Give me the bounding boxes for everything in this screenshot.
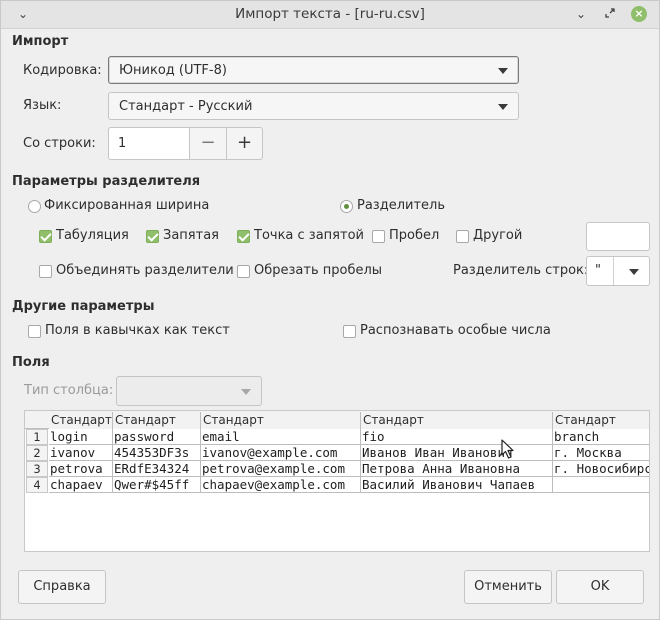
encoding-value: Юникод (UTF-8) xyxy=(119,63,227,78)
table-cell: г. Новосибирск xyxy=(553,461,650,477)
space-label: Пробел xyxy=(389,228,440,243)
from-row-input[interactable]: 1 xyxy=(108,127,190,160)
combo-divider xyxy=(613,257,614,285)
table-cell: ERdfE34324 xyxy=(113,461,201,477)
other-section-title: Другие параметры xyxy=(12,299,155,314)
mouse-pointer-icon xyxy=(501,439,514,459)
string-delimiter-label: Разделитель строк: xyxy=(453,263,589,278)
row-number: 4 xyxy=(26,477,48,493)
column-header[interactable]: Стандарт xyxy=(201,412,361,429)
column-header[interactable]: Стандарт xyxy=(49,412,113,429)
string-delimiter-value: " xyxy=(595,263,601,278)
other-checkbox[interactable] xyxy=(456,230,469,243)
increment-button[interactable]: + xyxy=(226,127,263,160)
restore-icon[interactable] xyxy=(601,5,619,23)
chevron-down-icon xyxy=(498,104,508,110)
table-cell: Иванов Иван Иванович xyxy=(361,445,553,461)
table-cell: branch xyxy=(553,429,649,445)
encoding-select[interactable]: Юникод (UTF-8) xyxy=(108,56,519,84)
separated-label: Разделитель xyxy=(357,198,446,213)
column-header[interactable]: Стандарт xyxy=(361,412,553,429)
separator-section-title: Параметры разделителя xyxy=(12,174,201,189)
table-cell: г. Москва xyxy=(553,445,649,461)
detect-special-numbers-label: Распознавать особые числа xyxy=(360,323,551,338)
column-type-select[interactable] xyxy=(116,376,262,406)
from-row-label: Со строки: xyxy=(23,136,96,151)
window-title: Импорт текста - [ru-ru.csv] xyxy=(235,6,425,22)
table-cell: password xyxy=(113,429,201,445)
other-label: Другой xyxy=(473,228,523,243)
semicolon-checkbox[interactable] xyxy=(237,230,250,243)
semicolon-label: Точка с запятой xyxy=(254,228,364,243)
trim-spaces-label: Обрезать пробелы xyxy=(254,263,383,278)
table-cell: chapaev xyxy=(49,477,113,493)
table-cell xyxy=(553,477,649,493)
table-cell: chapaev@example.com xyxy=(201,477,361,493)
table-cell: Петрова Анна Ивановна xyxy=(361,461,553,477)
space-checkbox[interactable] xyxy=(372,230,385,243)
fields-section-title: Поля xyxy=(12,355,50,370)
import-text-dialog: ⌄ Импорт текста - [ru-ru.csv] ⌄ × Импорт… xyxy=(0,0,660,620)
fields-preview-grid[interactable]: Стандарт Стандарт Стандарт Стандарт Стан… xyxy=(24,410,650,552)
import-section-title: Импорт xyxy=(12,34,69,49)
table-cell: petrova@example.com xyxy=(201,461,361,477)
separated-radio[interactable] xyxy=(340,200,353,213)
cancel-button[interactable]: Отменить xyxy=(464,570,552,604)
row-number: 3 xyxy=(26,461,48,477)
trim-spaces-checkbox[interactable] xyxy=(237,265,250,278)
table-cell: Qwer#$45ff xyxy=(113,477,201,493)
column-header[interactable]: Стандарт xyxy=(553,412,649,429)
row-number: 1 xyxy=(26,429,48,445)
language-value: Стандарт - Русский xyxy=(119,99,253,114)
ok-button[interactable]: OK xyxy=(556,570,644,604)
detect-special-numbers-checkbox[interactable] xyxy=(343,325,356,338)
merge-delimiters-checkbox[interactable] xyxy=(39,265,52,278)
comma-label: Запятая xyxy=(163,228,219,243)
title-bar: ⌄ Импорт текста - [ru-ru.csv] ⌄ × xyxy=(1,1,659,29)
close-icon[interactable]: × xyxy=(631,6,647,22)
language-select[interactable]: Стандарт - Русский xyxy=(108,92,519,120)
help-button[interactable]: Справка xyxy=(18,570,106,604)
row-number: 2 xyxy=(26,445,48,461)
column-type-label: Тип столбца: xyxy=(24,383,114,398)
merge-delimiters-label: Объединять разделители xyxy=(56,263,234,278)
fixed-width-radio[interactable] xyxy=(28,200,41,213)
tab-checkbox[interactable] xyxy=(39,230,52,243)
table-cell: email xyxy=(201,429,361,445)
table-cell: Василий Иванович Чапаев xyxy=(361,477,553,493)
chevron-down-icon xyxy=(629,269,639,275)
table-cell: petrova xyxy=(49,461,113,477)
fixed-width-label: Фиксированная ширина xyxy=(44,198,210,213)
table-cell: login xyxy=(49,429,113,445)
tab-label: Табуляция xyxy=(56,228,129,243)
table-cell: ivanov@example.com xyxy=(201,445,361,461)
quoted-as-text-label: Поля в кавычках как текст xyxy=(45,323,230,338)
language-label: Язык: xyxy=(23,98,62,113)
chevron-down-icon xyxy=(241,389,251,395)
comma-checkbox[interactable] xyxy=(146,230,159,243)
from-row-value: 1 xyxy=(118,136,127,151)
encoding-label: Кодировка: xyxy=(23,63,102,78)
column-header[interactable]: Стандарт xyxy=(113,412,201,429)
table-cell: 454353DF3s xyxy=(113,445,201,461)
minimize-icon[interactable]: ⌄ xyxy=(572,5,590,23)
table-cell: fio xyxy=(361,429,553,445)
decrement-button[interactable]: − xyxy=(189,127,227,160)
quoted-as-text-checkbox[interactable] xyxy=(28,325,41,338)
chevron-down-icon xyxy=(498,68,508,74)
other-separator-input[interactable] xyxy=(586,222,650,251)
table-cell: ivanov xyxy=(49,445,113,461)
string-delimiter-select[interactable]: " xyxy=(586,256,650,286)
